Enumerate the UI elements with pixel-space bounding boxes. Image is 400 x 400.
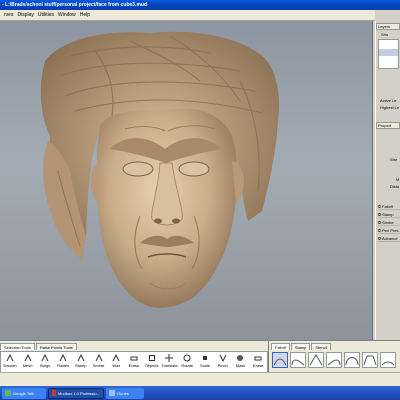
3d-viewport[interactable] bbox=[0, 21, 373, 340]
falloff-preset-2[interactable] bbox=[290, 352, 306, 368]
brush-icon bbox=[219, 354, 227, 363]
tool-objects[interactable]: Objects bbox=[143, 352, 161, 372]
m-label: M bbox=[396, 177, 400, 182]
sculpted-head-model bbox=[40, 31, 280, 308]
brush-icon bbox=[77, 353, 85, 362]
tab-selection-tools[interactable]: Selection Tools bbox=[0, 343, 35, 350]
windows-taskbar: Google Talk Mudbox 1.0 Professio... iTun… bbox=[0, 386, 400, 400]
tool-shelf: Selection Tools Raise Points Tools Smoot… bbox=[0, 340, 268, 373]
falloff-preset-5[interactable] bbox=[344, 352, 360, 368]
expand-icon bbox=[378, 213, 381, 217]
brush-icon bbox=[112, 353, 120, 362]
falloff-curve-icon bbox=[327, 359, 341, 366]
layer-row-selected[interactable] bbox=[379, 49, 398, 56]
tool-flatten[interactable]: Flatten bbox=[54, 352, 72, 372]
window-title: - L:/Brads/school stuff/personal project… bbox=[0, 0, 400, 10]
rotate-icon bbox=[183, 354, 191, 362]
falloff-preset-3[interactable] bbox=[308, 352, 324, 368]
tool-stamp[interactable]: Stamp bbox=[72, 352, 90, 372]
falloff-curve-icon bbox=[273, 358, 287, 366]
brush-icon bbox=[95, 353, 103, 362]
taskbar-item-mudbox[interactable]: Mudbox 1.0 Professio... bbox=[48, 387, 104, 399]
falloff-curve-icon bbox=[309, 354, 323, 366]
tab-falloff[interactable]: Falloff bbox=[271, 343, 290, 350]
falloff-curve-icon bbox=[291, 359, 305, 366]
cube-icon bbox=[148, 354, 156, 362]
falloff-curve-icon bbox=[381, 361, 395, 366]
layers-list[interactable] bbox=[378, 39, 399, 69]
tool-erase[interactable]: Erase bbox=[125, 352, 143, 372]
active-level-label: Active Le bbox=[380, 98, 397, 103]
properties-tab[interactable]: Propert bbox=[376, 122, 400, 129]
falloff-curve-icon bbox=[345, 357, 359, 366]
menu-display[interactable]: Display bbox=[17, 12, 33, 18]
mudbox-icon bbox=[52, 390, 56, 396]
expand-icon bbox=[378, 221, 381, 225]
menu-help[interactable]: Help bbox=[80, 12, 90, 18]
chat-icon bbox=[5, 390, 11, 396]
brush-icon bbox=[6, 353, 14, 362]
expand-icon bbox=[378, 205, 381, 209]
section-pen-pressure[interactable]: Pen Pres bbox=[378, 228, 400, 234]
tool-wax[interactable]: Wax bbox=[107, 352, 125, 372]
menu-curves[interactable]: rves bbox=[4, 12, 13, 18]
expand-icon bbox=[378, 229, 381, 233]
status-strip bbox=[0, 372, 400, 386]
highest-level-label: Highest Le bbox=[380, 105, 400, 110]
falloff-preset-7[interactable] bbox=[380, 352, 396, 368]
mask-icon bbox=[236, 354, 244, 362]
tool-pinch[interactable]: Pinch bbox=[214, 352, 232, 372]
tool-smooth[interactable]: Smooth bbox=[1, 352, 19, 372]
menu-utilities[interactable]: Utilities bbox=[38, 12, 54, 18]
show-checkbox-label[interactable]: Sho bbox=[381, 32, 388, 37]
falloff-preset-6[interactable] bbox=[362, 352, 378, 368]
falloff-preset-1[interactable] bbox=[272, 352, 288, 368]
eraser-icon bbox=[130, 354, 138, 362]
move-arrows-icon bbox=[165, 354, 174, 362]
scale-icon bbox=[201, 354, 209, 362]
taskbar-item-itunes[interactable]: iTunes bbox=[106, 387, 144, 399]
falloff-preset-4[interactable] bbox=[326, 352, 342, 368]
section-stamp[interactable]: Stamp bbox=[378, 212, 400, 218]
brush-icon bbox=[24, 353, 32, 362]
tool-erase-2[interactable]: Erase bbox=[249, 352, 267, 372]
section-falloff[interactable]: Falloff bbox=[378, 204, 400, 210]
music-icon bbox=[109, 390, 115, 396]
tool-scale[interactable]: Scale bbox=[196, 352, 214, 372]
tool-translate[interactable]: Translate bbox=[161, 352, 179, 372]
tool-mesh[interactable]: Mesh bbox=[19, 352, 37, 372]
tab-stencil[interactable]: Stencil bbox=[311, 343, 332, 350]
falloff-curve-icon bbox=[363, 355, 377, 366]
tool-smear[interactable]: Smear bbox=[90, 352, 108, 372]
right-side-panel: Layers Sho Active Le Highest Le Propert … bbox=[375, 21, 400, 340]
eraser-icon bbox=[254, 354, 262, 362]
section-stroke[interactable]: Stroke bbox=[378, 220, 400, 226]
tool-rotate[interactable]: Rotate bbox=[178, 352, 196, 372]
tab-raise-points-tools[interactable]: Raise Points Tools bbox=[35, 343, 77, 350]
section-advanced[interactable]: Advance bbox=[378, 236, 400, 242]
taskbar-item-google-talk[interactable]: Google Talk bbox=[2, 387, 46, 399]
tab-stamp[interactable]: Stamp bbox=[290, 343, 311, 350]
tool-row: Smooth Mesh Bulge Flatten Stamp Smear Wa… bbox=[0, 351, 268, 373]
layers-tab[interactable]: Layers bbox=[376, 23, 400, 30]
menu-window[interactable]: Window bbox=[58, 12, 76, 18]
distance-label: Dista bbox=[390, 184, 400, 189]
falloff-shelf: Falloff Stamp Stencil bbox=[268, 340, 400, 372]
strength-label: Stre bbox=[390, 157, 398, 162]
tool-bulge[interactable]: Bulge bbox=[36, 352, 54, 372]
menu-bar: rves Display Utilities Window Help bbox=[0, 10, 375, 21]
tool-mask[interactable]: Mask bbox=[232, 352, 250, 372]
expand-icon bbox=[378, 237, 381, 241]
brush-icon bbox=[59, 353, 67, 362]
brush-icon bbox=[41, 353, 49, 362]
